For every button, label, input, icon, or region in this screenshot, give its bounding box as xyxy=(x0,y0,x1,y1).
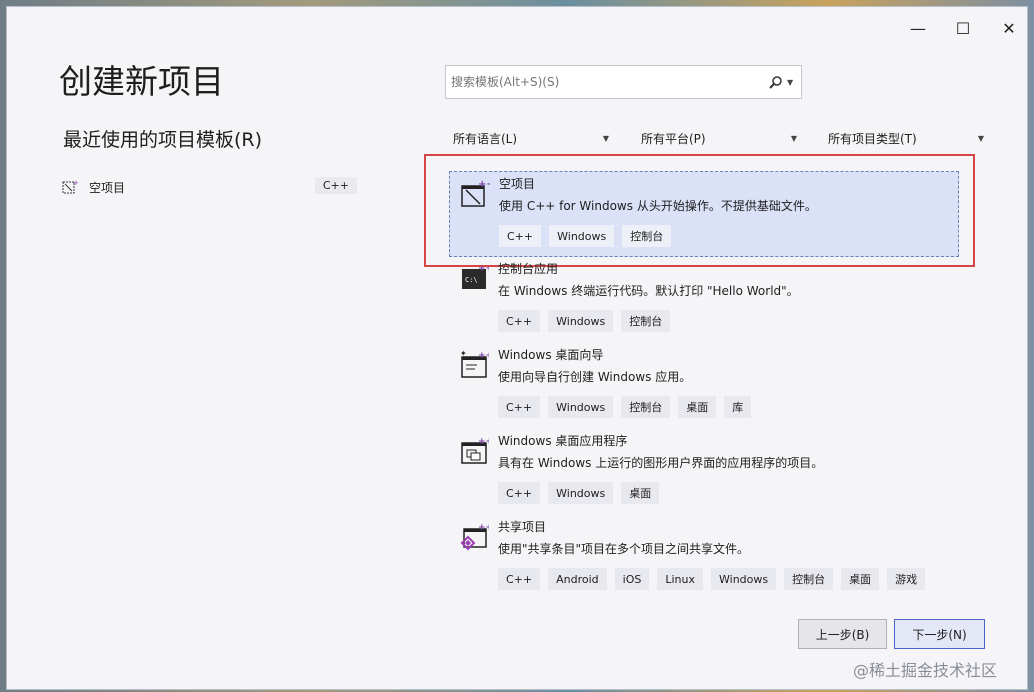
search-icon[interactable] xyxy=(765,71,787,93)
empty-project-icon: ++ xyxy=(461,179,490,207)
svg-text:C:\: C:\ xyxy=(465,276,478,284)
tag: Android xyxy=(548,568,607,590)
tag: Linux xyxy=(657,568,703,590)
desktop-app-icon: ++ xyxy=(461,437,489,464)
svg-text:++: ++ xyxy=(478,264,489,274)
shared-project-icon: ++ xyxy=(460,523,489,551)
template-empty-project[interactable]: ++ 空项目 使用 C++ for Windows 从头开始操作。不提供基础文件… xyxy=(449,171,959,257)
tag: iOS xyxy=(614,568,650,590)
template-description: 使用向导自行创建 Windows 应用。 xyxy=(498,370,692,384)
tag: 桌面 xyxy=(678,396,717,418)
watermark: @稀土掘金技术社区 xyxy=(853,661,998,680)
svg-text:++: ++ xyxy=(478,179,490,190)
create-project-window: — ☐ ✕ 创建新项目 最近使用的项目模板(R) ++ 空项目 C++ ▼ 所有… xyxy=(6,6,1028,690)
tag: C++ xyxy=(498,396,541,418)
template-console-app[interactable]: C:\ ++ 控制台应用 在 Windows 终端运行代码。默认打印 "Hell… xyxy=(449,257,959,343)
language-filter[interactable]: 所有语言(L) ▼ xyxy=(447,125,615,151)
desktop-wizard-icon: ✦ ++ xyxy=(460,349,489,378)
tag: Windows xyxy=(711,568,777,590)
page-title: 创建新项目 xyxy=(59,62,224,101)
tag: 桌面 xyxy=(621,482,660,504)
template-name: 控制台应用 xyxy=(498,262,559,276)
template-tags: C++ Windows 控制台 xyxy=(498,310,671,332)
template-name: Windows 桌面向导 xyxy=(498,348,604,362)
template-description: 具有在 Windows 上运行的图形用户界面的应用程序的项目。 xyxy=(498,456,824,470)
tag: 控制台 xyxy=(621,396,671,418)
platform-filter[interactable]: 所有平台(P) ▼ xyxy=(635,125,803,151)
recent-item-empty-project[interactable]: ++ 空项目 C++ xyxy=(61,175,357,199)
tag: Windows xyxy=(548,310,614,332)
tag: 控制台 xyxy=(784,568,834,590)
next-button[interactable]: 下一步(N) xyxy=(894,619,985,649)
tag: C++ xyxy=(498,310,541,332)
platform-filter-label: 所有平台(P) xyxy=(641,131,706,146)
chevron-down-icon: ▼ xyxy=(977,133,984,143)
template-description: 在 Windows 终端运行代码。默认打印 "Hello World"。 xyxy=(498,284,799,298)
language-filter-label: 所有语言(L) xyxy=(453,131,518,146)
chevron-down-icon: ▼ xyxy=(790,133,797,143)
minimize-icon: — xyxy=(910,18,926,38)
svg-text:++: ++ xyxy=(73,179,79,187)
template-desktop-app[interactable]: ++ Windows 桌面应用程序 具有在 Windows 上运行的图形用户界面… xyxy=(449,429,959,515)
tag: 桌面 xyxy=(841,568,880,590)
tag: Windows xyxy=(549,225,615,247)
svg-text:++: ++ xyxy=(478,523,489,533)
tag: 库 xyxy=(724,396,752,418)
maximize-button[interactable]: ☐ xyxy=(948,17,978,39)
tag: C++ xyxy=(498,482,541,504)
tag: 控制台 xyxy=(622,225,672,247)
svg-text:++: ++ xyxy=(478,351,489,361)
project-type-filter[interactable]: 所有项目类型(T) ▼ xyxy=(822,125,990,151)
back-button[interactable]: 上一步(B) xyxy=(798,619,887,649)
template-description: 使用 C++ for Windows 从头开始操作。不提供基础文件。 xyxy=(499,199,817,213)
maximize-icon: ☐ xyxy=(955,18,971,38)
project-type-filter-label: 所有项目类型(T) xyxy=(828,131,917,146)
recent-item-label: 空项目 xyxy=(89,180,126,195)
svg-text:++: ++ xyxy=(478,437,489,447)
tag: Windows xyxy=(548,396,614,418)
console-app-icon: C:\ ++ xyxy=(462,264,489,289)
tag: Windows xyxy=(548,482,614,504)
template-tags: C++ Windows 桌面 xyxy=(498,482,660,504)
close-button[interactable]: ✕ xyxy=(994,17,1024,39)
template-tags: C++ Windows 控制台 桌面 库 xyxy=(498,396,752,418)
template-tags: C++ Android iOS Linux Windows 控制台 桌面 游戏 xyxy=(498,568,926,590)
tag: C++ xyxy=(498,568,541,590)
minimize-button[interactable]: — xyxy=(903,17,933,39)
template-name: Windows 桌面应用程序 xyxy=(498,434,628,448)
tag: C++ xyxy=(499,225,542,247)
chevron-down-icon: ▼ xyxy=(602,133,609,143)
search-input[interactable] xyxy=(446,74,765,90)
empty-project-icon: ++ xyxy=(62,179,79,194)
template-description: 使用"共享条目"项目在多个项目之间共享文件。 xyxy=(498,542,750,556)
template-name: 共享项目 xyxy=(498,520,547,534)
recent-item-tag: C++ xyxy=(314,177,357,194)
template-tags: C++ Windows 控制台 xyxy=(499,225,672,247)
search-dropdown-icon[interactable]: ▼ xyxy=(787,78,797,87)
template-shared-project[interactable]: ++ 共享项目 使用"共享条目"项目在多个项目之间共享文件。 C++ Andro… xyxy=(449,515,959,601)
close-icon: ✕ xyxy=(1002,18,1016,38)
template-desktop-wizard[interactable]: ✦ ++ Windows 桌面向导 使用向导自行创建 Windows 应用。 C… xyxy=(449,343,959,429)
svg-text:✦: ✦ xyxy=(460,349,467,358)
tag: 游戏 xyxy=(887,568,926,590)
template-name: 空项目 xyxy=(499,177,536,191)
recent-templates-heading: 最近使用的项目模板(R) xyxy=(63,129,263,151)
search-box[interactable]: ▼ xyxy=(445,65,802,99)
tag: 控制台 xyxy=(621,310,671,332)
